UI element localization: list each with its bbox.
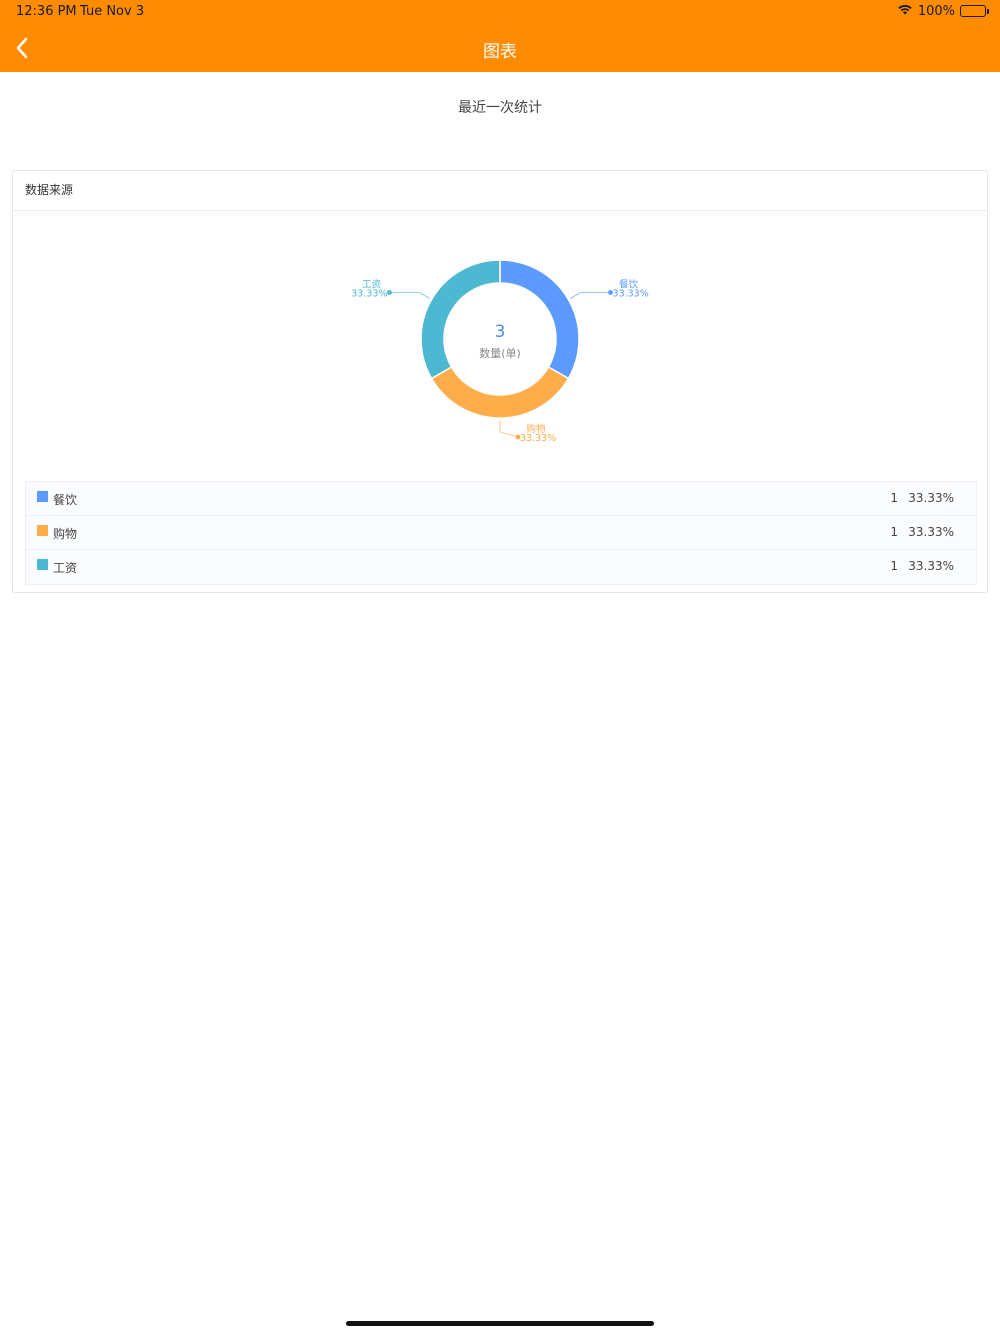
donut-center-label: 数量(单) — [479, 347, 521, 360]
battery-icon — [960, 5, 989, 17]
leader-dot-2 — [387, 290, 392, 295]
data-source-card: 数据来源 餐饮 33.33% 购物 33.33% 工资 33.33% 3 数量(单) 餐饮 1 3… — [12, 170, 988, 593]
legend-row[interactable]: 购物 1 33.33% — [26, 516, 976, 550]
donut-center-value: 3 — [495, 322, 506, 342]
home-indicator — [346, 1321, 654, 1326]
legend-row[interactable]: 餐饮 1 33.33% — [26, 482, 976, 516]
nav-bar: 图表 — [0, 24, 1000, 72]
top-bar: 12:36 PM Tue Nov 3 100% 图表 — [0, 0, 1000, 72]
leader-line-2 — [389, 292, 431, 299]
legend-count: 1 — [890, 525, 898, 539]
legend-row[interactable]: 工资 1 33.33% — [26, 550, 976, 584]
battery-percent: 100% — [917, 3, 955, 19]
page-title: 图表 — [483, 42, 517, 62]
leader-line-0 — [569, 292, 611, 299]
legend-swatch — [37, 559, 48, 570]
legend-label: 购物 — [53, 527, 78, 541]
stats-subtitle: 最近一次统计 — [458, 100, 542, 116]
slice-percent-1: 33.33% — [520, 433, 556, 444]
donut-slice-0[interactable] — [499, 259, 580, 380]
leader-line-1 — [499, 420, 519, 438]
status-bar: 12:36 PM Tue Nov 3 100% — [0, 0, 1000, 24]
legend-percent: 33.33% — [908, 559, 954, 573]
legend-count: 1 — [890, 491, 898, 505]
donut-chart: 餐饮 33.33% 购物 33.33% 工资 33.33% 3 数量(单) — [13, 211, 987, 481]
status-right: 100% — [897, 3, 989, 19]
legend-table: 餐饮 1 33.33% 购物 1 33.33% 工资 1 33.33% — [25, 481, 977, 585]
donut-chart-svg: 餐饮33.33%购物33.33%工资33.33%3数量(单) — [351, 259, 649, 444]
legend-percent: 33.33% — [908, 491, 954, 505]
slice-percent-0: 33.33% — [613, 289, 649, 300]
slice-percent-2: 33.33% — [351, 289, 387, 300]
legend-swatch — [37, 491, 48, 502]
card-title: 数据来源 — [13, 171, 987, 211]
donut-slice-1[interactable] — [430, 365, 570, 419]
legend-label: 餐饮 — [53, 493, 78, 507]
status-time: 12:36 PM — [16, 4, 77, 19]
legend-count: 1 — [890, 559, 898, 573]
legend-swatch — [37, 525, 48, 536]
donut-slice-2[interactable] — [420, 259, 501, 380]
legend-label: 工资 — [53, 561, 78, 575]
wifi-icon — [897, 3, 913, 19]
legend-percent: 33.33% — [908, 525, 954, 539]
status-date: Tue Nov 3 — [80, 4, 145, 19]
